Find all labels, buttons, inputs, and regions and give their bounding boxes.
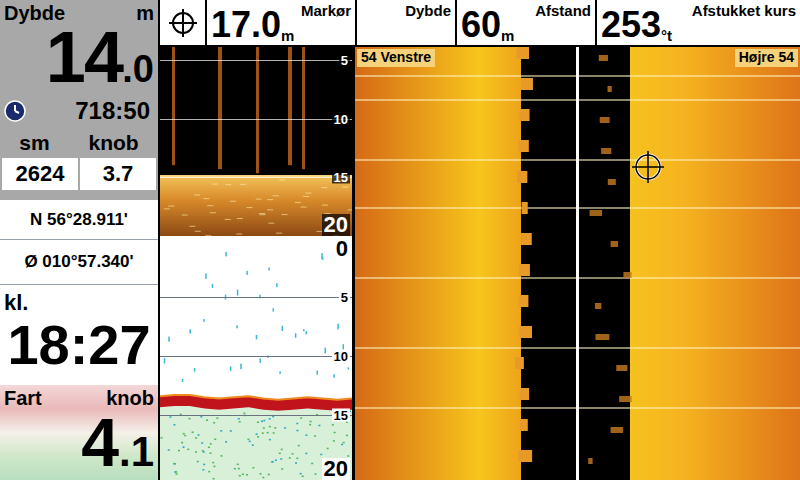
- depth-scale-label: 15: [332, 409, 350, 422]
- trip-labels: sm knob: [0, 129, 158, 156]
- sonar-column: 510152005101520: [160, 47, 352, 480]
- depth-scale-label: 0: [334, 238, 350, 260]
- depth-scale-label: 5: [339, 53, 350, 66]
- depth-readout: Dybde m 14.0: [0, 0, 158, 92]
- marker-button[interactable]: [160, 0, 205, 45]
- clock-icon: [4, 100, 26, 122]
- depth-unit: m: [136, 3, 154, 23]
- depth-scale-label: 10: [332, 112, 350, 125]
- timer-value: 718:50: [75, 99, 154, 123]
- cell-unit: °t: [661, 28, 672, 43]
- top-bar-cell: 253°t Afstukket kurs: [595, 0, 800, 45]
- clock-label: kl.: [4, 285, 154, 317]
- cell-label: Dybde: [405, 0, 451, 45]
- timer-row: 718:50: [0, 92, 158, 129]
- top-bar-cell: 17.0m Markør: [205, 0, 355, 45]
- trip-value: 3.7: [80, 158, 156, 190]
- top-bar: 17.0mMarkørDybde60mAfstand253°tAfstukket…: [160, 0, 800, 47]
- depth-scale-label: 15: [332, 171, 350, 184]
- down-imaging-panel: 5 10 15 20: [160, 47, 352, 236]
- depth-decimal: .0: [122, 50, 154, 88]
- longitude: Ø 010°57.340': [0, 240, 158, 285]
- cell-label: Afstukket kurs: [692, 0, 796, 45]
- cursor-icon: [632, 151, 664, 183]
- cell-label: Markør: [301, 0, 351, 45]
- left-panel: Dybde m 14.0 718:50 sm knob 26243.7 N 56°28.911…: [0, 0, 158, 480]
- cell-unit: m: [501, 28, 514, 43]
- sonar-2d-chart: [160, 238, 352, 480]
- crosshair-icon: [168, 8, 198, 38]
- cell-value: 17.0: [211, 7, 281, 43]
- top-bar-cell: Dybde: [355, 0, 455, 45]
- speed-readout: Fart knob4.1: [0, 385, 158, 480]
- depth-scale-label: 20: [322, 458, 350, 480]
- sonar-2d-panel: 0 5 10 15 20: [160, 238, 352, 480]
- trip-label: knob: [88, 132, 138, 153]
- trip-values: 26243.7: [0, 156, 158, 192]
- speed-decimal: .1: [119, 431, 154, 473]
- depth-scale-label: 5: [339, 291, 350, 304]
- right-range-label: Højre 54: [735, 49, 798, 67]
- cell-unit: m: [281, 28, 294, 43]
- side-imaging-panel: 54 Venstre Højre 54: [355, 47, 800, 480]
- trip-label: sm: [19, 132, 49, 153]
- left-range-label: 54 Venstre: [357, 49, 435, 67]
- depth-scale-label: 10: [332, 350, 350, 363]
- clock-readout: kl.18:27: [0, 285, 158, 385]
- side-imaging-chart: [355, 47, 800, 480]
- top-bar-cell: 60m Afstand: [455, 0, 595, 45]
- depth-value: 14: [46, 23, 123, 91]
- speed-unit: knob: [106, 388, 154, 408]
- cell-label: Afstand: [535, 0, 591, 45]
- cell-value: 60: [461, 7, 501, 43]
- depth-scale-label: 20: [322, 214, 350, 236]
- speed-value: 4: [81, 408, 119, 476]
- trip-value: 2624: [2, 158, 78, 190]
- down-imaging-chart: [160, 47, 352, 236]
- latitude: N 56°28.911': [0, 200, 158, 240]
- clock-value: 18:27: [4, 317, 154, 373]
- speed-label: Fart: [4, 388, 42, 408]
- depth-label: Dybde: [4, 3, 65, 23]
- fishfinder-screen: Dybde m 14.0 718:50 sm knob 26243.7 N 56°28.911…: [0, 0, 800, 480]
- cell-value: 253: [601, 7, 661, 43]
